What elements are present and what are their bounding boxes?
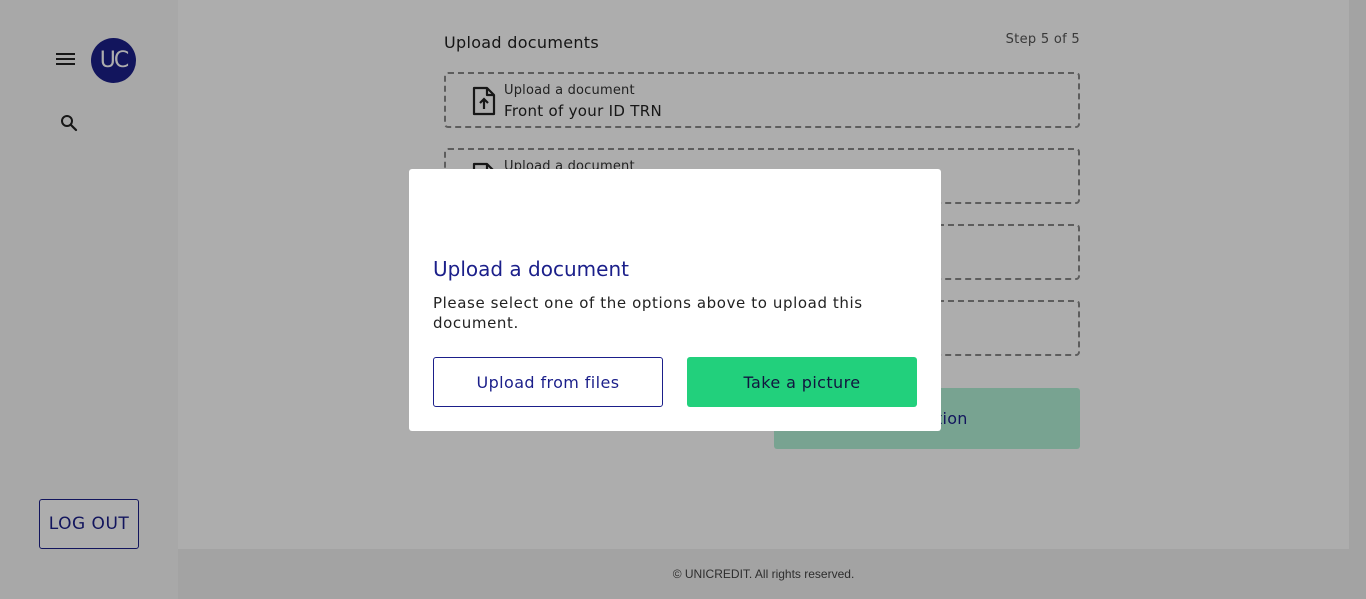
upload-from-files-button[interactable]: Upload from files [433, 357, 663, 407]
upload-modal: Upload a document Please select one of t… [409, 169, 941, 431]
take-picture-button[interactable]: Take a picture [687, 357, 917, 407]
modal-description: Please select one of the options above t… [433, 294, 863, 332]
modal-title: Upload a document [433, 257, 629, 281]
